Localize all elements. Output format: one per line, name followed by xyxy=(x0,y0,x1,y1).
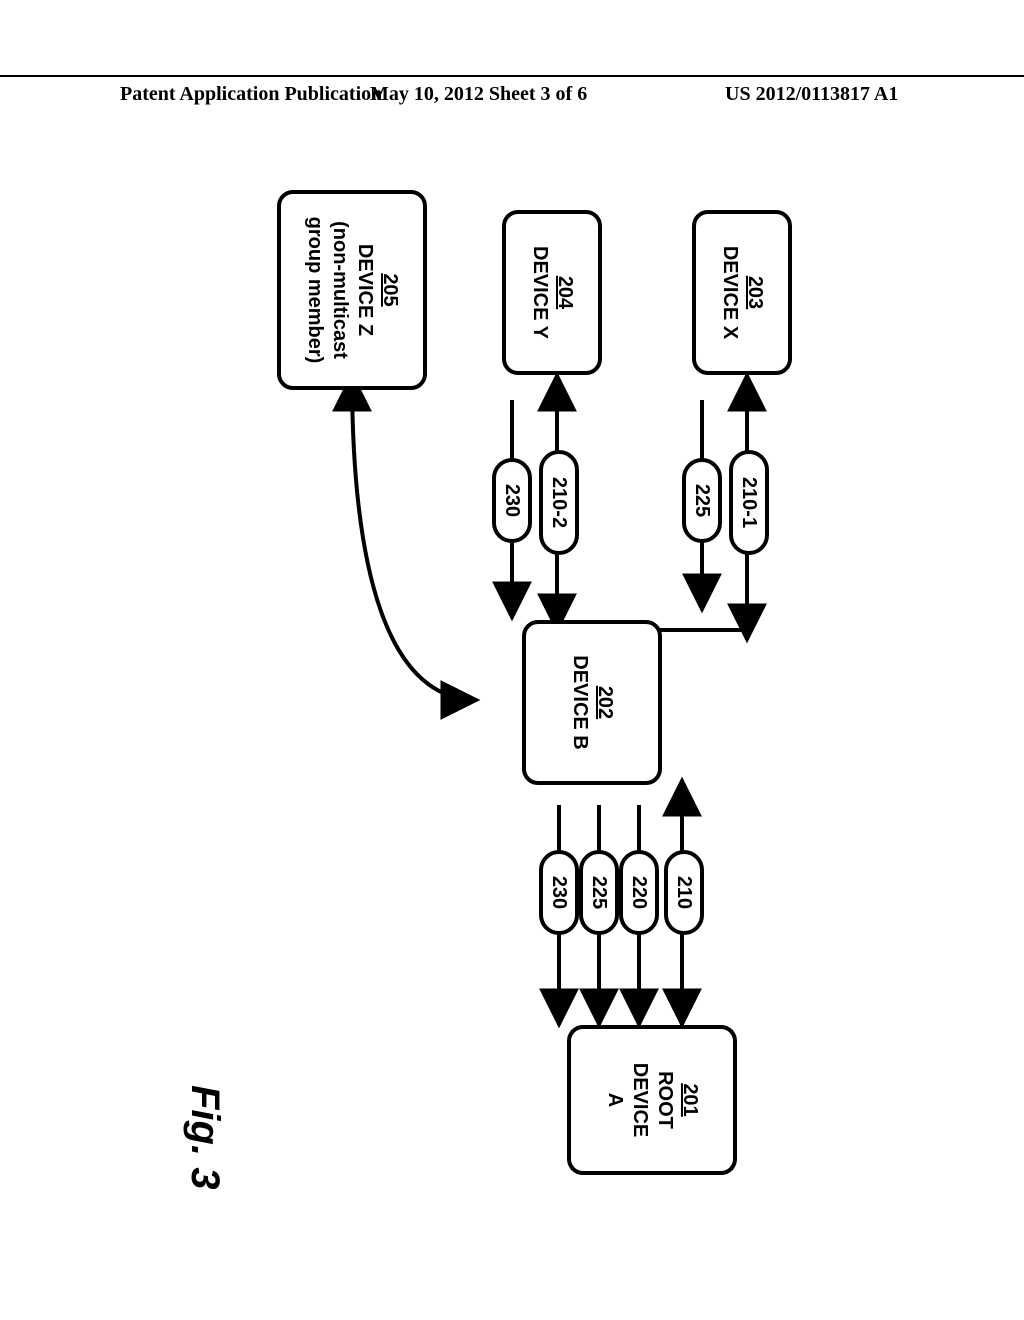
device-num: 202 xyxy=(592,686,617,719)
device-z: 205 DEVICE Z (non-multicast group member… xyxy=(277,190,427,390)
page-header: Patent Application Publication May 10, 2… xyxy=(0,75,1024,83)
device-num: 203 xyxy=(742,276,767,309)
device-line: DEVICE X xyxy=(717,246,742,339)
device-line: DEVICE xyxy=(627,1063,652,1137)
device-num: 205 xyxy=(377,273,402,306)
msg-225: 225 xyxy=(579,850,619,935)
msg-220: 220 xyxy=(619,850,659,935)
msg-210-1: 210-1 xyxy=(729,450,769,555)
msg-230: 230 xyxy=(539,850,579,935)
device-x: 203 DEVICE X xyxy=(692,210,792,375)
device-line: ROOT xyxy=(652,1071,677,1129)
msg-225b: 225 xyxy=(682,458,722,543)
device-line: DEVICE B xyxy=(567,655,592,749)
device-line: DEVICE Z xyxy=(352,244,377,336)
msg-210-2: 210-2 xyxy=(539,450,579,555)
device-note: group member) xyxy=(302,217,327,364)
figure-label: Fig. 3 xyxy=(182,1085,227,1189)
device-root-a: 201 ROOT DEVICE A xyxy=(567,1025,737,1175)
msg-210: 210 xyxy=(664,850,704,935)
device-num: 204 xyxy=(552,276,577,309)
header-left: Patent Application Publication xyxy=(120,83,382,106)
device-line: DEVICE Y xyxy=(527,246,552,339)
device-y: 204 DEVICE Y xyxy=(502,210,602,375)
header-center: May 10, 2012 Sheet 3 of 6 xyxy=(370,83,587,106)
msg-230b: 230 xyxy=(492,458,532,543)
device-num: 201 xyxy=(677,1083,702,1116)
header-right: US 2012/0113817 A1 xyxy=(725,83,898,106)
diagram: 201 ROOT DEVICE A 202 DEVICE B 203 DEVIC… xyxy=(117,150,907,1250)
device-note: (non-multicast xyxy=(327,221,352,359)
device-line: A xyxy=(602,1093,627,1107)
device-b: 202 DEVICE B xyxy=(522,620,662,785)
